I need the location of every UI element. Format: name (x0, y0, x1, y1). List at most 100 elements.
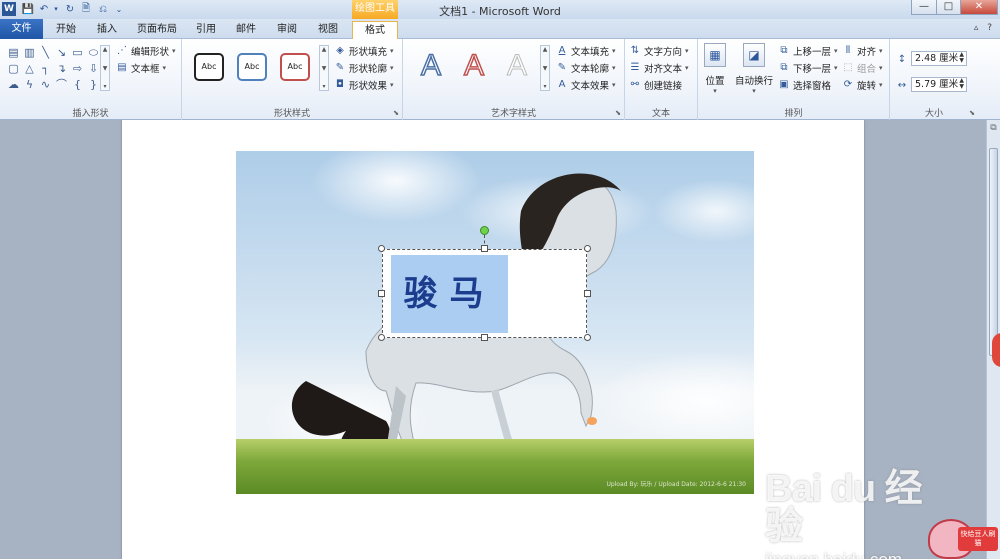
shape-fill-button[interactable]: ◈ 形状填充 ▾ (334, 44, 393, 58)
print-preview-icon[interactable]: 🗎 (80, 2, 92, 16)
tab-view[interactable]: 视图 (312, 21, 344, 39)
flowchart-shape-icon[interactable]: ☁ (6, 77, 21, 92)
right-arrow-shape-icon[interactable]: ⇨ (70, 61, 85, 76)
shape-outline-button[interactable]: ✎ 形状轮廓 ▾ (334, 61, 394, 75)
gallery-more-icon[interactable]: ▾ (322, 83, 325, 90)
resize-handle-bottom-right[interactable] (584, 334, 591, 341)
dialog-launcher-icon[interactable]: ⬊ (615, 109, 621, 117)
shape-style-black[interactable]: Abc (194, 53, 224, 81)
ruler-toggle-icon[interactable]: ⧉ (988, 123, 999, 137)
word-app-icon[interactable]: W (2, 2, 16, 16)
shape-effects-button[interactable]: ◘ 形状效果 ▾ (334, 78, 394, 92)
rotate-button[interactable]: ⟳ 旋转 ▾ (842, 78, 883, 92)
gallery-down-icon[interactable]: ▼ (322, 65, 327, 72)
text-fill-button[interactable]: A 文本填充 ▾ (556, 44, 616, 58)
rectangle-shape-icon[interactable]: ▭ (70, 45, 85, 60)
elbow-connector-icon[interactable]: ┐ (38, 61, 53, 76)
resize-handle-bottom-left[interactable] (378, 334, 385, 341)
redo-icon[interactable]: ↻ (64, 2, 76, 16)
shape-width-input[interactable]: 5.79 厘米 ▲ ▼ (911, 77, 967, 92)
textbox-shape-icon[interactable]: ▤ (6, 45, 21, 60)
chevron-down-icon: ▾ (713, 87, 717, 95)
resize-handle-top-left[interactable] (378, 245, 385, 252)
format-painter-icon[interactable]: ⎌ (97, 2, 109, 16)
text-box-button[interactable]: ▤ 文本框 ▾ (116, 61, 166, 75)
width-spinner[interactable]: ▲ ▼ (959, 78, 964, 90)
tab-home[interactable]: 开始 (50, 21, 82, 39)
dialog-launcher-icon[interactable]: ⬊ (393, 109, 399, 117)
group-objects-button[interactable]: ⬚ 组合 ▾ (842, 61, 882, 75)
wordart-style-gray[interactable]: A (501, 49, 533, 83)
wordart-style-red[interactable]: A (458, 48, 490, 83)
gallery-down-icon[interactable]: ▼ (543, 65, 548, 72)
align-text-button[interactable]: ☰ 对齐文本 ▾ (629, 61, 689, 75)
create-link-button[interactable]: ⚯ 创建链接 (629, 78, 682, 92)
rounded-rect-shape-icon[interactable]: ▢ (6, 61, 21, 76)
height-spinner[interactable]: ▲ ▼ (959, 52, 964, 64)
gallery-more-icon[interactable]: ▾ (543, 83, 546, 90)
undo-dropdown-icon[interactable]: ▾ (52, 2, 60, 16)
gallery-up-icon[interactable]: ▲ (543, 46, 548, 53)
close-button[interactable]: ✕ (960, 0, 998, 15)
selection-pane-button[interactable]: ▣ 选择窗格 (778, 78, 831, 92)
tab-format[interactable]: 格式 (352, 21, 398, 39)
line-shape-icon[interactable]: ╲ (38, 45, 53, 60)
right-brace-shape-icon[interactable]: } (86, 77, 101, 92)
resize-handle-top[interactable] (481, 245, 488, 252)
down-arrow-shape-icon[interactable]: ⇩ (86, 61, 101, 76)
shape-style-blue[interactable]: Abc (237, 53, 267, 81)
tab-insert[interactable]: 插入 (91, 21, 123, 39)
tab-file[interactable]: 文件 (0, 19, 43, 39)
bring-forward-button[interactable]: ⧉ 上移一层 ▾ (778, 44, 837, 58)
shape-style-red[interactable]: Abc (280, 53, 310, 81)
scrollbar-thumb[interactable] (989, 148, 998, 356)
minimize-button[interactable]: — (911, 0, 937, 15)
tab-mailings[interactable]: 邮件 (230, 21, 262, 39)
undo-icon[interactable]: ↶ (38, 2, 50, 16)
gallery-more-icon[interactable]: ▾ (103, 83, 106, 90)
shapes-gallery-scroll[interactable]: ▲ ▼ ▾ (100, 45, 110, 91)
align-button[interactable]: ⫴ 对齐 ▾ (842, 44, 883, 58)
curve-shape-icon[interactable]: ∿ (38, 77, 53, 92)
selected-text-box[interactable]: 骏马 (382, 249, 587, 338)
arc-shape-icon[interactable]: ⌒ (54, 77, 69, 92)
lightning-shape-icon[interactable]: ϟ (22, 77, 37, 92)
maximize-button[interactable]: □ (936, 0, 961, 15)
edit-shape-button[interactable]: ⋰ 编辑形状 ▾ (116, 44, 176, 58)
save-icon[interactable]: 💾 (22, 2, 34, 16)
text-box-content[interactable]: 骏马 (391, 255, 508, 333)
vertical-textbox-shape-icon[interactable]: ▥ (22, 45, 37, 60)
arrow-line-shape-icon[interactable]: ↘ (54, 45, 69, 60)
position-button[interactable]: ▦ 位置 ▾ (704, 43, 726, 95)
oval-shape-icon[interactable]: ⬭ (86, 45, 101, 60)
shapes-gallery[interactable]: ▤ ▥ ╲ ↘ ▭ ⬭ ▢ △ ┐ ↴ ⇨ ⇩ ☁ ϟ ∿ ⌒ { } (6, 45, 98, 93)
elbow-arrow-icon[interactable]: ↴ (54, 61, 69, 76)
wordart-styles-scroll[interactable]: ▲ ▼ ▾ (540, 45, 550, 91)
gallery-up-icon[interactable]: ▲ (103, 46, 108, 53)
tab-review[interactable]: 审阅 (271, 21, 303, 39)
rotation-handle[interactable] (480, 226, 489, 235)
triangle-shape-icon[interactable]: △ (22, 61, 37, 76)
wrap-text-button[interactable]: ◪ 自动换行 ▾ (735, 43, 773, 95)
minimize-ribbon-icon[interactable]: ▵ (974, 23, 979, 33)
side-feedback-tab[interactable] (992, 333, 1000, 367)
resize-handle-top-right[interactable] (584, 245, 591, 252)
gallery-down-icon[interactable]: ▼ (103, 65, 108, 72)
left-brace-shape-icon[interactable]: { (70, 77, 85, 92)
tab-references[interactable]: 引用 (190, 21, 222, 39)
text-direction-button[interactable]: ⇅ 文字方向 ▾ (629, 44, 689, 58)
wordart-style-blue[interactable]: A (415, 48, 447, 83)
shape-height-input[interactable]: 2.48 厘米 ▲ ▼ (911, 51, 967, 66)
resize-handle-bottom[interactable] (481, 334, 488, 341)
dialog-launcher-icon[interactable]: ⬊ (969, 109, 975, 117)
customize-toolbar-icon[interactable]: ⌄ (114, 2, 124, 16)
shape-styles-scroll[interactable]: ▲ ▼ ▾ (319, 45, 329, 91)
help-icon[interactable]: ? (987, 23, 992, 33)
tab-page-layout[interactable]: 页面布局 (132, 21, 182, 39)
send-backward-button[interactable]: ⧉ 下移一层 ▾ (778, 61, 837, 75)
text-outline-button[interactable]: ✎ 文本轮廓 ▾ (556, 61, 616, 75)
resize-handle-left[interactable] (378, 290, 385, 297)
resize-handle-right[interactable] (584, 290, 591, 297)
text-effects-button[interactable]: A 文本效果 ▾ (556, 78, 616, 92)
gallery-up-icon[interactable]: ▲ (322, 46, 327, 53)
